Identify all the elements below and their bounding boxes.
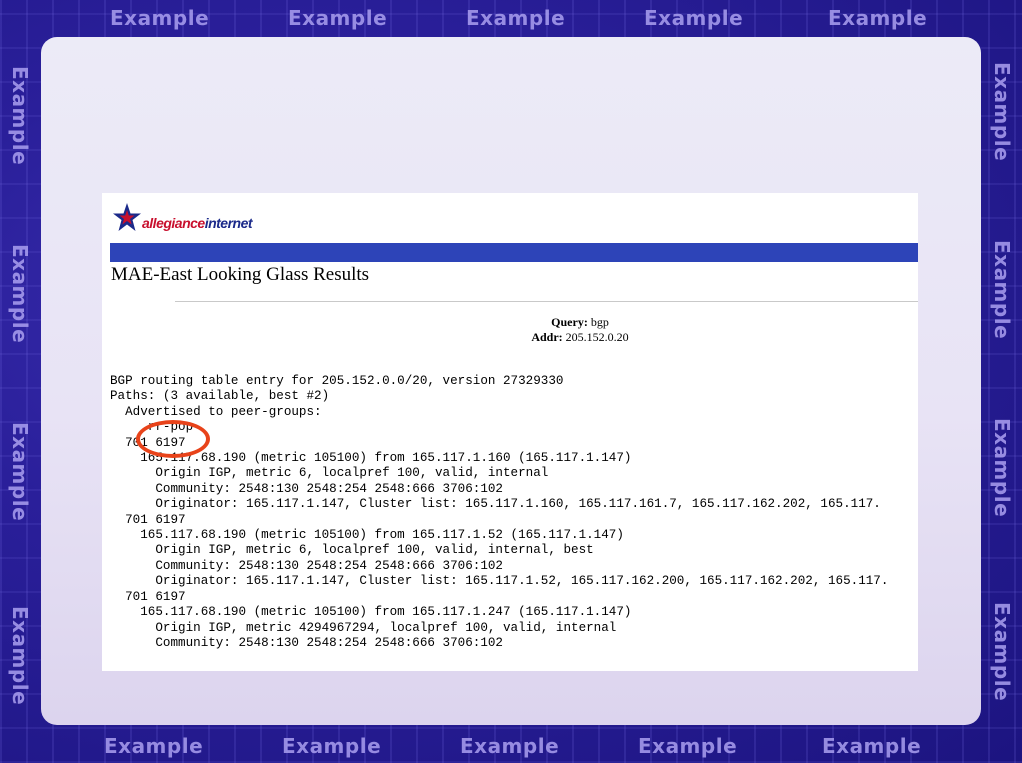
query-label: Query: xyxy=(551,315,588,329)
watermark: Example xyxy=(638,734,738,758)
output-line: Origin IGP, metric 6, localpref 100, val… xyxy=(155,543,594,558)
output-line: Originator: 165.117.1.147, Cluster list:… xyxy=(155,574,889,589)
addr-value: 205.152.0.20 xyxy=(565,330,629,344)
watermark: Example xyxy=(644,6,744,30)
allegiance-logo: allegianceinternet xyxy=(112,201,282,241)
bgp-output: BGP routing table entry for 205.152.0.0/… xyxy=(110,374,888,651)
watermark: Example xyxy=(8,422,32,522)
output-line: Paths: (3 available, best #2) xyxy=(110,389,330,404)
divider xyxy=(175,301,918,302)
output-line: Advertised to peer-groups: xyxy=(125,404,322,419)
output-line: Originator: 165.117.1.147, Cluster list:… xyxy=(155,497,881,512)
header-bar xyxy=(110,243,918,262)
watermark: Example xyxy=(990,240,1014,340)
logo-text-part1: allegiance xyxy=(142,215,205,231)
logo-text-part2: internet xyxy=(204,215,253,231)
watermark: Example xyxy=(828,6,928,30)
logo-text: allegianceinternet xyxy=(142,215,253,231)
watermark: Example xyxy=(8,606,32,706)
looking-glass-screenshot: allegianceinternet MAE-East Looking Glas… xyxy=(102,193,918,671)
output-line: Origin IGP, metric 6, localpref 100, val… xyxy=(155,466,549,481)
page-title: MAE-East Looking Glass Results xyxy=(111,264,370,285)
highlight-circle xyxy=(136,420,210,458)
watermark: Example xyxy=(460,734,560,758)
watermark: Example xyxy=(288,6,388,30)
output-line: Community: 2548:130 2548:254 2548:666 37… xyxy=(155,635,503,650)
watermark: Example xyxy=(8,66,32,166)
output-line: BGP routing table entry for 205.152.0.0/… xyxy=(110,374,564,388)
output-line: Community: 2548:130 2548:254 2548:666 37… xyxy=(155,558,503,573)
watermark: Example xyxy=(990,602,1014,702)
star-icon xyxy=(113,203,141,231)
watermark: Example xyxy=(104,734,204,758)
watermark: Example xyxy=(110,6,210,30)
output-line: 165.117.68.190 (metric 105100) from 165.… xyxy=(140,605,632,620)
watermark: Example xyxy=(990,418,1014,518)
watermark: Example xyxy=(8,244,32,344)
output-line: Community: 2548:130 2548:254 2548:666 37… xyxy=(155,481,503,496)
output-line: 701 6197 xyxy=(125,589,186,604)
watermark: Example xyxy=(990,62,1014,162)
addr-label: Addr: xyxy=(531,330,563,344)
query-info: Query: bgp Addr: 205.152.0.20 xyxy=(102,315,918,345)
output-line: Origin IGP, metric 4294967294, localpref… xyxy=(155,620,617,635)
output-line: 701 6197 xyxy=(125,512,186,527)
watermark: Example xyxy=(282,734,382,758)
output-line: 165.117.68.190 (metric 105100) from 165.… xyxy=(140,528,624,543)
watermark: Example xyxy=(822,734,922,758)
watermark: Example xyxy=(466,6,566,30)
query-value: bgp xyxy=(590,315,609,329)
